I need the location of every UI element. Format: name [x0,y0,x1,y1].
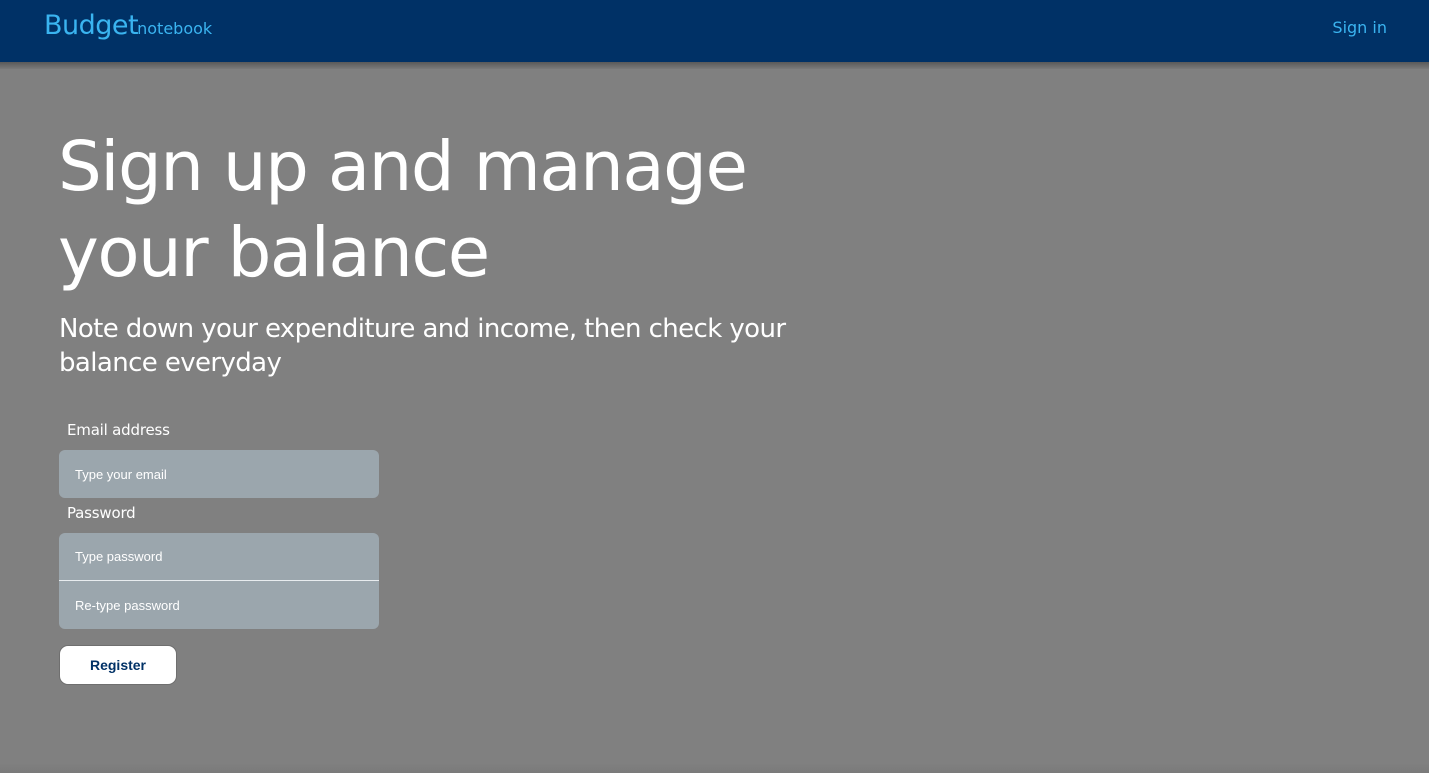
email-label: Email address [67,421,170,439]
register-button[interactable]: Register [59,645,177,685]
brand-subtitle: notebook [137,19,213,38]
navbar-shadow [0,62,1429,69]
password-label: Password [67,504,136,522]
top-navbar: Budgetnotebook Sign in [0,0,1429,62]
retype-password-field[interactable] [59,581,379,629]
bottom-edge [0,763,1429,773]
brand-name: Budget [44,10,139,41]
sign-in-link[interactable]: Sign in [1332,18,1387,37]
brand-logo[interactable]: Budgetnotebook [44,10,212,41]
password-field[interactable] [59,533,379,581]
page-title: Sign up and manage your balance [58,127,748,293]
email-field[interactable] [59,450,379,498]
page-subtitle: Note down your expenditure and income, t… [59,314,786,378]
